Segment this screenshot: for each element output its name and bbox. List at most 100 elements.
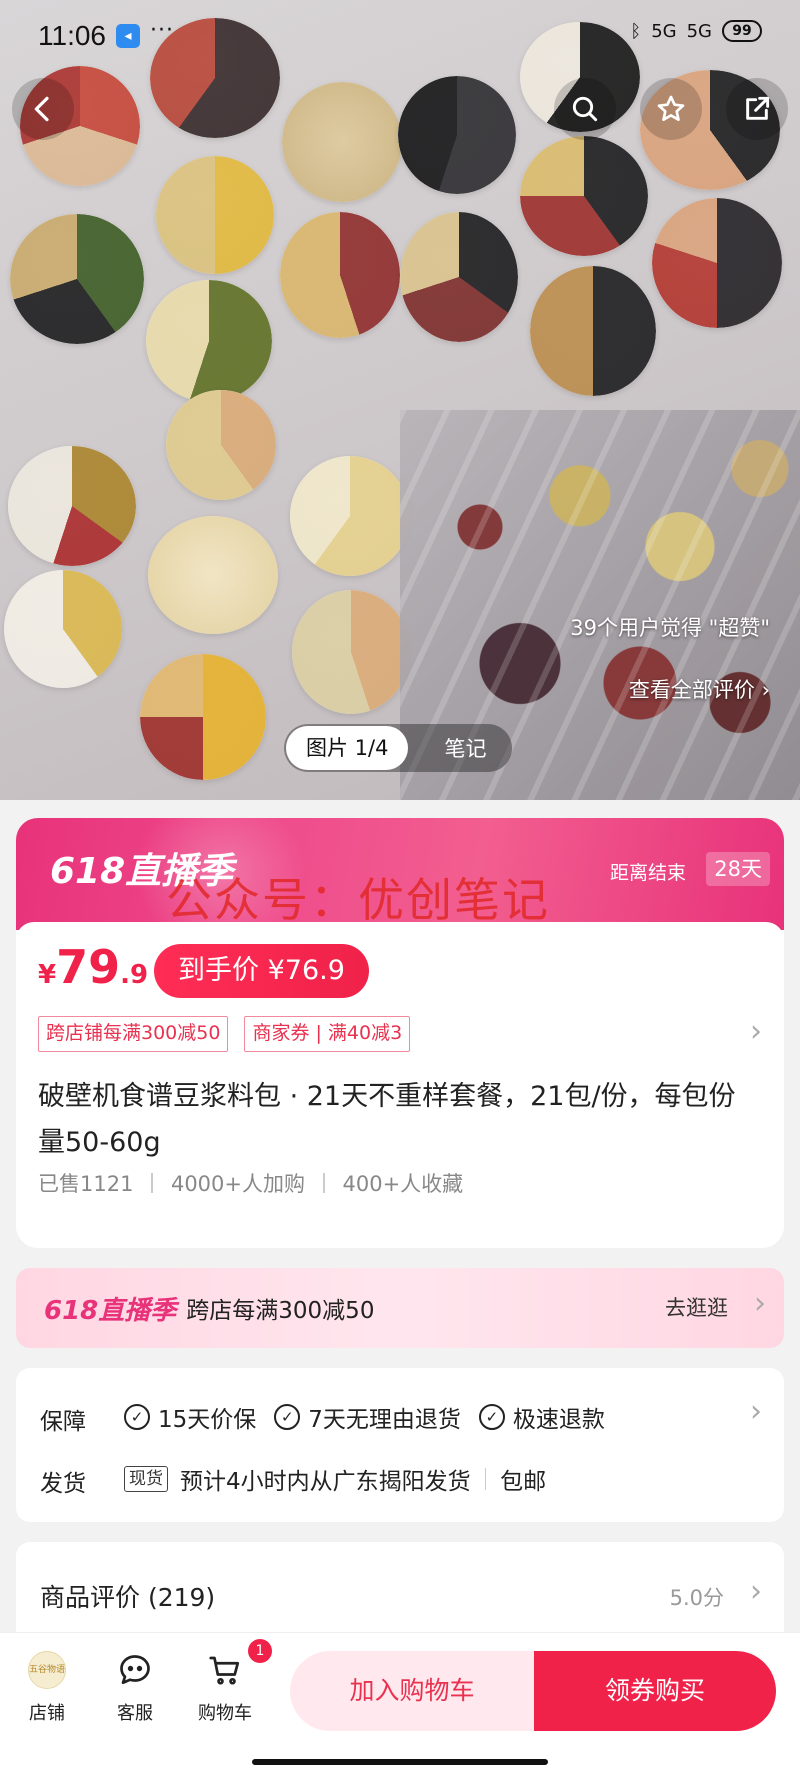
countdown-value: 28天: [706, 852, 770, 886]
search-button[interactable]: [554, 78, 616, 140]
product-photo-plate: [282, 82, 402, 202]
guarantee-item: ✓ 极速退款: [478, 1400, 605, 1434]
chevron-left-icon: [34, 96, 49, 122]
tab-images[interactable]: 图片 1/4: [286, 726, 409, 770]
countdown-label: 距离结束: [609, 862, 686, 884]
search-icon: [572, 96, 598, 122]
share-button[interactable]: [726, 78, 788, 140]
live-promo-logo: 618直播季: [44, 1295, 177, 1326]
product-photo-plate: [290, 456, 410, 576]
add-to-cart-button[interactable]: 加入购物车: [290, 1651, 534, 1731]
final-price-badge: 到手价 ¥76.9: [154, 944, 369, 998]
cart-label: 购物车: [198, 1703, 252, 1724]
go-shopping-link[interactable]: 去逛逛: [665, 1292, 728, 1322]
sales-stats: 已售1121 4000+人加购 400+人收藏: [38, 1168, 463, 1198]
product-photo-plate: [520, 136, 648, 256]
status-time: 11:06: [38, 20, 106, 51]
guarantee-text: 极速退款: [512, 1407, 605, 1433]
product-photo-plate: [280, 212, 400, 338]
in-stock-tag: 现货: [124, 1466, 168, 1492]
currency-symbol: ¥: [38, 960, 57, 990]
product-photo-plate: [398, 76, 516, 194]
free-shipping-text: 包邮: [500, 1469, 547, 1495]
media-tabs: 图片 1/4 笔记: [284, 724, 513, 772]
watermark-text: 公众号：优创笔记: [166, 873, 550, 927]
price-integer: 79: [56, 940, 121, 994]
live-promo-text: 跨店每满300减50: [186, 1298, 375, 1324]
service-label: 客服: [117, 1703, 153, 1724]
divider: [151, 1173, 153, 1193]
network-5g-indicator: 5G: [686, 20, 712, 42]
added-to-cart-count: 4000+人加购: [170, 1172, 305, 1196]
live-promo-bar[interactable]: 618直播季 跨店每满300减50 去逛逛 ›: [16, 1268, 784, 1348]
price-body: ¥79.9 到手价 ¥76.9 跨店铺每满300减50 商家券 | 满40减3 …: [16, 922, 784, 1248]
product-photo-plate: [400, 212, 518, 342]
store-button[interactable]: 五谷物语 店铺: [12, 1651, 82, 1725]
notification-app-icon: ◂: [116, 24, 140, 48]
product-photo-plate: [10, 214, 144, 344]
cart-button[interactable]: 1 购物车: [190, 1639, 272, 1725]
coupon-tag[interactable]: 跨店铺每满300减50: [38, 1016, 229, 1052]
price-card: 618直播季 公众号：优创笔记 距离结束 28天 ¥79.9 到手价 ¥76.9…: [16, 818, 784, 1248]
home-indicator[interactable]: [252, 1759, 548, 1765]
coupon-tag[interactable]: 商家券 | 满40减3: [244, 1016, 411, 1052]
guarantee-item: ✓ 15天价保: [124, 1400, 256, 1434]
guarantee-items: ✓ 15天价保 ✓ 7天无理由退货 ✓ 极速退款: [124, 1400, 605, 1434]
cart-icon: [209, 1656, 240, 1685]
view-all-reviews-link[interactable]: 查看全部评价 ›: [629, 674, 770, 704]
chevron-right-icon[interactable]: ›: [750, 1574, 762, 1609]
favorited-count: 400+人收藏: [342, 1172, 464, 1196]
chevron-right-icon[interactable]: ›: [750, 1394, 762, 1429]
product-title: 破壁机食谱豆浆料包 · 21天不重样套餐，21包/份，每包份量50-60g: [38, 1081, 736, 1158]
chevron-right-icon[interactable]: ›: [750, 1014, 762, 1049]
chat-icon: [120, 1655, 150, 1685]
product-image-gallery[interactable]: 11:06 ◂ ··· ᛒ 5G 5G 99 39个用户觉得 "超赞" 查看全部…: [0, 0, 800, 800]
check-circle-icon: ✓: [478, 1404, 505, 1430]
product-photo-plate: [156, 156, 274, 274]
network-5g-indicator: 5G: [651, 20, 677, 42]
divider: [484, 1468, 487, 1490]
guarantee-text: 7天无理由退货: [308, 1407, 461, 1433]
service-guarantee-card[interactable]: 保障 ✓ 15天价保 ✓ 7天无理由退货 ✓ 极速退款 › 发货 现货 预计4小时内从…: [16, 1368, 784, 1522]
shipping-text: 预计4小时内从广东揭阳发货: [180, 1469, 471, 1495]
buy-with-coupon-button[interactable]: 领券购买: [534, 1651, 776, 1731]
price-decimal: .9: [120, 960, 149, 990]
more-notifications-icon: ···: [150, 18, 174, 43]
promo-banner[interactable]: 618直播季 公众号：优创笔记 距离结束 28天: [16, 818, 784, 958]
share-icon: [746, 96, 770, 120]
back-button[interactable]: [12, 78, 74, 140]
store-label: 店铺: [29, 1703, 65, 1724]
review-highlight: 39个用户觉得 "超赞": [570, 616, 770, 640]
shipping-info: 现货 预计4小时内从广东揭阳发货 包邮: [124, 1462, 546, 1496]
favorite-button[interactable]: [640, 78, 702, 140]
system-icons: ᛒ 5G 5G 99: [630, 20, 762, 42]
product-photo-plate: [146, 280, 272, 402]
chevron-right-icon[interactable]: ›: [754, 1286, 766, 1321]
guarantee-item: ✓ 7天无理由退货: [274, 1400, 461, 1434]
product-photo-plate: [166, 390, 276, 500]
product-photo-plate: [530, 266, 656, 396]
bottom-action-bar: 五谷物语 店铺 客服 1 购物车 加入购物车 领券购买: [0, 1632, 800, 1778]
star-icon: [657, 95, 685, 121]
status-bar: 11:06 ◂ ··· ᛒ 5G 5G 99: [0, 0, 800, 72]
check-circle-icon: ✓: [124, 1404, 150, 1430]
store-logo: 五谷物语: [28, 1651, 66, 1689]
check-circle-icon: ✓: [274, 1404, 301, 1430]
product-photo-plate: [652, 198, 782, 328]
reviews-title: 商品评价 (219): [40, 1583, 216, 1612]
product-photo-plate: [8, 446, 136, 566]
current-price: ¥79.9: [38, 940, 148, 994]
product-photo-plate: [140, 654, 266, 780]
product-photo-plate: [148, 516, 278, 634]
guarantee-text: 15天价保: [158, 1407, 257, 1433]
guarantee-label: 保障: [40, 1409, 86, 1435]
battery-icon: 99: [722, 20, 762, 42]
coupon-list[interactable]: 跨店铺每满300减50 商家券 | 满40减3: [38, 1016, 411, 1052]
reviews-score: 5.0分: [669, 1586, 724, 1610]
product-photo-plate: [4, 570, 122, 688]
customer-service-button[interactable]: 客服: [100, 1651, 170, 1725]
cart-count-badge: 1: [248, 1639, 272, 1663]
tab-notes[interactable]: 笔记: [444, 733, 486, 763]
divider: [323, 1173, 325, 1193]
sold-count: 已售1121: [38, 1172, 134, 1196]
